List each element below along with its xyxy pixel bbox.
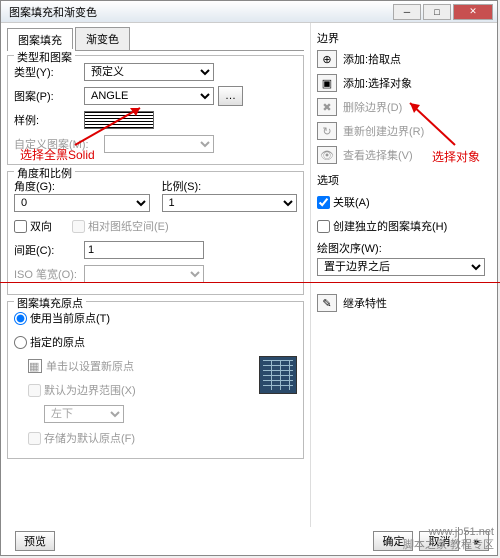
recreate-button: ↻重新创建边界(R) bbox=[317, 122, 485, 140]
view-icon: 👁 bbox=[317, 146, 337, 164]
custom-label: 自定义图案(M): bbox=[14, 136, 104, 152]
origin-preview-icon bbox=[259, 356, 297, 394]
origin-spec-radio[interactable]: 指定的原点 bbox=[14, 332, 297, 352]
group-title: 类型和图案 bbox=[14, 49, 75, 65]
pattern-label: 图案(P): bbox=[14, 88, 84, 104]
add-select-button[interactable]: ▣添加:选择对象 bbox=[317, 74, 485, 92]
custom-select bbox=[104, 135, 214, 153]
pattern-select[interactable]: ANGLE bbox=[84, 87, 214, 105]
remove-boundary-button: ✖删除边界(D) bbox=[317, 98, 485, 116]
boundary-title: 边界 bbox=[317, 30, 485, 46]
close-button[interactable]: ✕ bbox=[453, 4, 493, 20]
scale-label: 比例(S): bbox=[162, 178, 298, 194]
iso-select bbox=[84, 265, 204, 283]
inherit-button[interactable]: ✎继承特性 bbox=[317, 294, 485, 312]
options-title: 选项 bbox=[317, 172, 485, 188]
type-select[interactable]: 预定义 bbox=[84, 63, 214, 81]
draworder-label: 绘图次序(W): bbox=[317, 240, 485, 256]
extent-select: 左下 bbox=[44, 405, 124, 423]
minimize-button[interactable]: ─ bbox=[393, 4, 421, 20]
maximize-button[interactable]: □ bbox=[423, 4, 451, 20]
dialog-window: 图案填充和渐变色 ─ □ ✕ 图案填充 渐变色 类型和图案 类型(Y): 预定义… bbox=[0, 0, 498, 556]
iso-label: ISO 笔宽(O): bbox=[14, 266, 84, 282]
spacing-label: 间距(C): bbox=[14, 242, 84, 258]
watermark: www.jb51.net脚本之家 教程专区 bbox=[403, 526, 494, 552]
group-type-pattern: 类型和图案 类型(Y): 预定义 图案(P): ANGLE … 样例: 自定义图… bbox=[7, 55, 304, 165]
pick-point-icon: ⊕ bbox=[317, 50, 337, 68]
assoc-checkbox[interactable]: 关联(A) bbox=[317, 192, 485, 212]
pattern-browse-button[interactable]: … bbox=[218, 86, 243, 106]
inherit-icon: ✎ bbox=[317, 294, 337, 312]
origin-current-radio[interactable]: 使用当前原点(T) bbox=[14, 308, 297, 328]
select-icon: ▣ bbox=[317, 74, 337, 92]
swatch-preview[interactable] bbox=[84, 111, 154, 129]
type-label: 类型(Y): bbox=[14, 64, 84, 80]
add-pick-button[interactable]: ⊕添加:拾取点 bbox=[317, 50, 485, 68]
tab-hatch[interactable]: 图案填充 bbox=[7, 28, 73, 51]
tab-strip: 图案填充 渐变色 bbox=[7, 27, 304, 51]
recreate-icon: ↻ bbox=[317, 122, 337, 140]
paper-checkbox: 相对图纸空间(E) bbox=[72, 218, 169, 234]
window-title: 图案填充和渐变色 bbox=[5, 4, 391, 20]
group-title: 图案填充原点 bbox=[14, 295, 86, 311]
spacing-input[interactable] bbox=[84, 241, 204, 259]
angle-select[interactable]: 0 bbox=[14, 194, 150, 212]
titlebar: 图案填充和渐变色 ─ □ ✕ bbox=[1, 1, 497, 23]
group-origin: 图案填充原点 使用当前原点(T) 指定的原点 ▦单击以设置新原点 默认为边界范围… bbox=[7, 301, 304, 459]
default-extent-checkbox: 默认为边界范围(X) bbox=[28, 380, 251, 400]
store-default-checkbox: 存储为默认原点(F) bbox=[28, 428, 251, 448]
preview-button[interactable]: 预览 bbox=[15, 531, 55, 551]
group-angle-scale: 角度和比例 角度(G): 0 比例(S): 1 双向 相对图纸空间(E) 间距(… bbox=[7, 171, 304, 295]
tab-gradient[interactable]: 渐变色 bbox=[75, 27, 130, 50]
remove-icon: ✖ bbox=[317, 98, 337, 116]
scale-select[interactable]: 1 bbox=[162, 194, 298, 212]
click-origin-button: ▦单击以设置新原点 bbox=[28, 356, 251, 376]
draworder-select[interactable]: 置于边界之后 bbox=[317, 258, 485, 276]
swatch-label: 样例: bbox=[14, 112, 84, 128]
independent-checkbox[interactable]: 创建独立的图案填充(H) bbox=[317, 216, 485, 236]
dual-checkbox[interactable]: 双向 bbox=[14, 218, 52, 234]
view-selection-button: 👁查看选择集(V) bbox=[317, 146, 485, 164]
group-title: 角度和比例 bbox=[14, 165, 75, 181]
